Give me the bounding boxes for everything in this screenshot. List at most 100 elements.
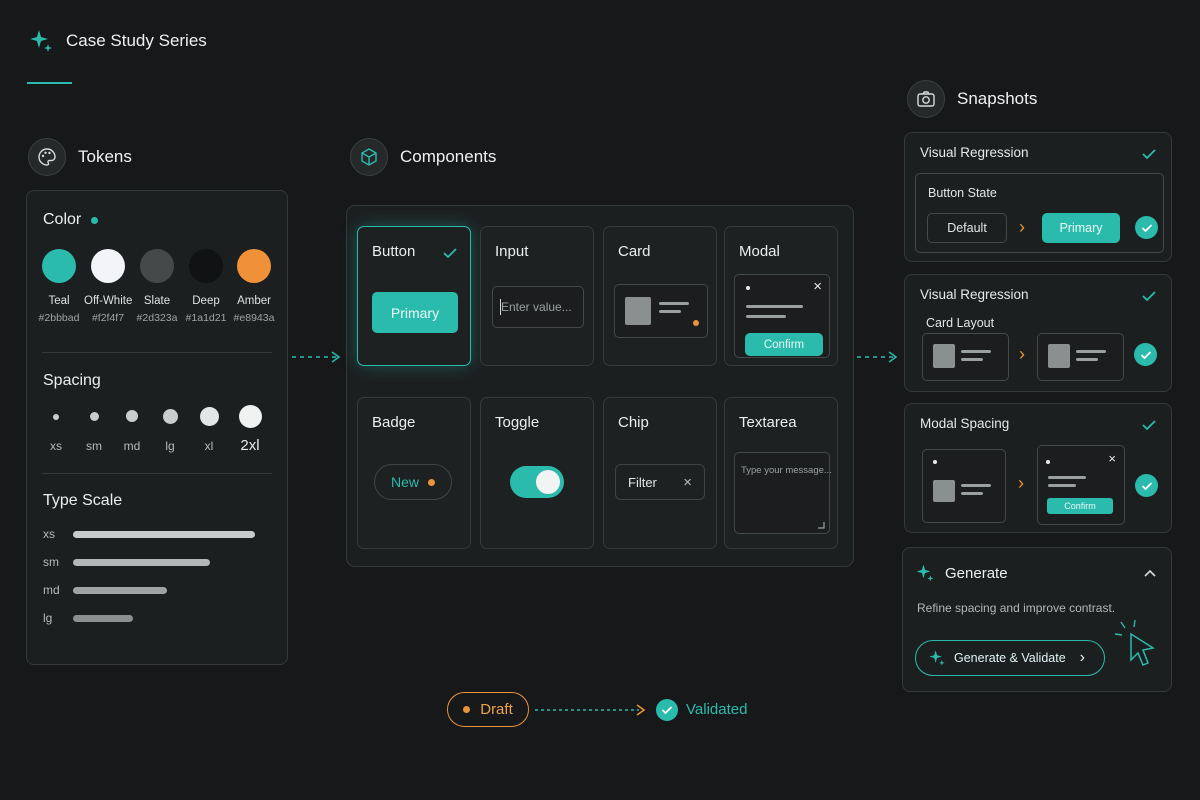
type-scale-step: lg (43, 611, 53, 625)
type-scale-label: Type Scale (43, 492, 123, 509)
chevron-up-icon[interactable] (1143, 568, 1157, 578)
page-title: Case Study Series (66, 31, 207, 50)
snapshot-card[interactable]: Visual Regression Card Layout › (904, 274, 1172, 392)
swatch-teal[interactable]: Teal #2bbbad (35, 249, 83, 324)
modal-confirm-button[interactable]: Confirm (745, 333, 823, 356)
generate-validate-label: Generate & Validate (954, 651, 1066, 665)
primary-button[interactable]: Primary (1042, 213, 1120, 243)
swatch-circle (91, 249, 125, 283)
generate-validate-button[interactable]: Generate & Validate › (915, 640, 1105, 676)
header: Case Study Series (28, 28, 207, 54)
snapshots-header: Snapshots (907, 80, 1037, 118)
type-scale-row: sm (43, 555, 210, 569)
snapshots-title: Snapshots (957, 89, 1038, 108)
status-dot (693, 320, 699, 326)
sparkle-icon (916, 564, 934, 582)
swatch-circle (189, 249, 223, 283)
chevron-right-icon: › (1019, 217, 1025, 237)
palette-icon (28, 138, 66, 176)
close-icon[interactable]: × (683, 474, 692, 491)
primary-button[interactable]: Primary (372, 292, 458, 333)
input-placeholder: Enter value... (501, 300, 572, 314)
snapshot-title: Modal Spacing (920, 416, 1010, 431)
title-underline (27, 82, 72, 84)
card-preview (614, 284, 708, 338)
divider (42, 352, 272, 353)
tokens-title: Tokens (78, 147, 132, 166)
generate-panel: Generate Refine spacing and improve cont… (902, 547, 1172, 692)
swatch-name: Slate (143, 295, 171, 307)
spacing-xl: xl (189, 405, 229, 453)
component-card-chip[interactable]: Chip Filter × (603, 397, 717, 549)
component-name: Textarea (739, 414, 797, 431)
type-scale-bar (73, 614, 133, 622)
chevron-right-icon: › (1019, 344, 1025, 364)
chip-preview[interactable]: Filter × (615, 464, 705, 500)
check-icon (1142, 420, 1156, 431)
modal-preview: × Confirm (734, 274, 830, 358)
swatch-name: Deep (192, 295, 220, 307)
component-card-card[interactable]: Card (603, 226, 717, 366)
spacing-label-2xl: 2xl (240, 437, 260, 454)
component-name: Chip (618, 414, 649, 431)
swatch-amber[interactable]: Amber #e8943a (230, 249, 278, 324)
type-scale-bar (73, 530, 255, 538)
close-icon: × (1108, 451, 1116, 466)
type-scale-step: sm (43, 555, 59, 569)
component-card-badge[interactable]: Badge New (357, 397, 471, 549)
check-circle-icon (1135, 474, 1158, 497)
snapshot-subtitle: Card Layout (926, 316, 995, 330)
component-name: Badge (372, 414, 416, 431)
connector-arrow (292, 351, 341, 363)
type-scale-row: lg (43, 611, 133, 625)
badge-dot (428, 478, 435, 486)
resize-handle-icon[interactable] (817, 521, 825, 529)
component-card-input[interactable]: Input Enter value... (480, 226, 594, 366)
component-card-button[interactable]: Button Primary (357, 226, 471, 366)
input-preview[interactable]: Enter value... (492, 286, 584, 328)
tokens-panel: Color Teal #2bbbad Off-White #f2f4f7 Sla… (26, 190, 288, 665)
draft-label: Draft (480, 701, 513, 718)
modal-confirm-button[interactable]: Confirm (1047, 498, 1113, 514)
component-card-modal[interactable]: Modal × Confirm (724, 226, 838, 366)
flow-arrow (535, 704, 646, 716)
component-card-textarea[interactable]: Textarea Type your message... (724, 397, 838, 549)
tokens-header: Tokens (28, 138, 132, 176)
color-label: Color (43, 211, 82, 228)
snapshot-card[interactable]: Visual Regression Button State Default ›… (904, 132, 1172, 262)
check-icon (443, 248, 457, 259)
divider (42, 473, 272, 474)
component-name: Input (495, 243, 529, 260)
draft-badge: Draft (447, 692, 529, 727)
swatch-name: Off-White (84, 295, 133, 307)
connector-arrow (857, 351, 898, 363)
swatch-slate[interactable]: Slate #2d323a (133, 249, 181, 324)
swatch-off-white[interactable]: Off-White #f2f4f7 (84, 249, 132, 324)
spacing-label: Spacing (43, 372, 101, 389)
textarea-preview[interactable]: Type your message... (734, 452, 832, 534)
swatch-name: Teal (48, 295, 70, 307)
type-scale-bar (73, 558, 210, 566)
modal-after: × Confirm (1037, 445, 1125, 525)
swatch-deep[interactable]: Deep #1a1d21 (182, 249, 230, 324)
swatch-circle (140, 249, 174, 283)
chevron-right-icon: › (1018, 473, 1024, 493)
default-button[interactable]: Default (927, 213, 1007, 243)
snapshot-card[interactable]: Modal Spacing › × Confirm (904, 403, 1172, 533)
chip-label: Filter (628, 474, 657, 490)
badge-label: New (390, 474, 419, 490)
swatch-hex: #e8943a (233, 312, 275, 324)
swatch-hex: #2bbbad (38, 312, 80, 324)
sparkle-icon (30, 30, 52, 52)
close-icon[interactable]: × (813, 278, 822, 295)
swatch-circle (237, 249, 271, 283)
check-circle-icon (1135, 216, 1158, 239)
component-card-toggle[interactable]: Toggle (480, 397, 594, 549)
validated-label: Validated (686, 701, 748, 718)
spacing-sm: sm (74, 405, 114, 453)
spacing-md: md (112, 405, 152, 453)
swatch-hex: #1a1d21 (185, 312, 227, 324)
spacing-xs: xs (36, 405, 76, 453)
toggle-switch[interactable] (510, 466, 564, 498)
spacing-label-sm: sm (86, 439, 102, 453)
